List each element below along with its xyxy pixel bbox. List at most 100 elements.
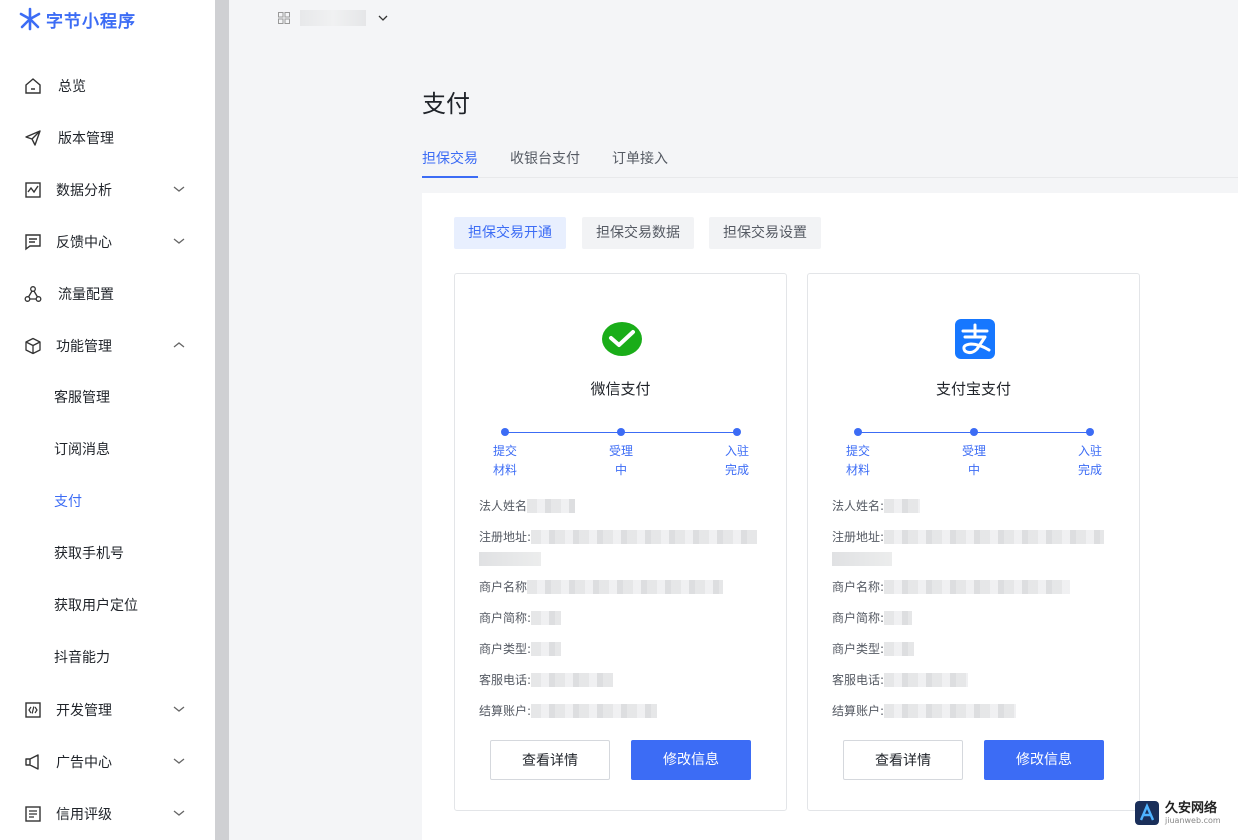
sidebar-subitem-phone[interactable]: 获取手机号 <box>54 542 124 566</box>
sidebar-subitem-customer-service[interactable]: 客服管理 <box>54 386 110 410</box>
redacted-value <box>531 611 562 625</box>
card-title: 微信支付 <box>590 380 651 398</box>
edit-info-button[interactable]: 修改信息 <box>984 740 1104 780</box>
sidebar-item-overview[interactable]: 总览 <box>0 68 215 104</box>
sidebar-item-version[interactable]: 版本管理 <box>0 120 215 156</box>
sidebar-subitem-subscription[interactable]: 订阅消息 <box>54 438 110 462</box>
sidebar-item-label: 反馈中心 <box>56 235 112 251</box>
home-icon <box>25 78 41 94</box>
info-row-account: 结算账户: <box>832 701 1017 721</box>
redacted-value <box>884 611 913 625</box>
sidebar-item-label: 功能管理 <box>56 339 112 355</box>
redacted-value <box>531 530 758 544</box>
progress-steps: 提交 材料 受理中 入驻 完成 <box>455 424 786 484</box>
info-row-account: 结算账户: <box>479 701 658 721</box>
chevron-up-icon <box>173 342 185 348</box>
info-row-legal-name: 法人姓名: <box>832 496 921 516</box>
logo-mark-icon <box>19 7 41 31</box>
redacted-value <box>531 673 614 687</box>
chevron-down-icon <box>173 810 185 816</box>
sidebar-scrollbar[interactable] <box>215 0 229 840</box>
redacted-value <box>884 704 1017 718</box>
redacted-value <box>527 499 576 513</box>
pill-data[interactable]: 担保交易数据 <box>582 217 694 249</box>
send-icon <box>25 130 41 146</box>
sidebar-item-label: 开发管理 <box>56 703 112 719</box>
info-row-phone: 客服电话: <box>479 670 614 690</box>
cube-icon <box>25 337 41 355</box>
sidebar-subitem-payment[interactable]: 支付 <box>54 490 82 514</box>
watermark: 久安网络 jiuanweb.com <box>1134 800 1221 826</box>
step-label: 提交 材料 <box>492 444 517 477</box>
step-label: 提交 材料 <box>845 444 870 477</box>
tab-guarantee-trade[interactable]: 担保交易 <box>422 148 478 178</box>
logo-text: 字节小程序 <box>46 11 136 32</box>
tab-bar: 担保交易 收银台支付 订单接入 <box>422 146 1238 178</box>
sidebar-item-label: 数据分析 <box>56 183 112 199</box>
view-details-button[interactable]: 查看详情 <box>490 740 610 780</box>
info-row-merchant-name: 商户名称 <box>479 577 724 597</box>
sidebar-item-credit[interactable]: 信用评级 <box>0 796 215 832</box>
alipay-icon <box>955 319 995 359</box>
redacted-value <box>832 552 892 566</box>
info-row-legal-name: 法人姓名 <box>479 496 576 516</box>
step-dot <box>970 428 978 436</box>
sidebar-item-feedback[interactable]: 反馈中心 <box>0 224 215 260</box>
chevron-down-icon <box>173 238 185 244</box>
content-panel: 担保交易开通 担保交易数据 担保交易设置 微信支付 提交 材料 受理中 入驻 完成 … <box>422 193 1238 840</box>
info-row-address: 注册地址: <box>832 527 1105 547</box>
app-grid-icon <box>278 12 290 24</box>
chevron-down-icon <box>173 706 185 712</box>
tab-order-access[interactable]: 订单接入 <box>612 148 668 178</box>
sidebar-item-label: 信用评级 <box>56 807 112 823</box>
chevron-down-icon <box>173 758 185 764</box>
redacted-value <box>884 530 1105 544</box>
sidebar-subitem-location[interactable]: 获取用户定位 <box>54 594 138 618</box>
watermark-logo-icon <box>1135 801 1159 825</box>
step-dot <box>733 428 741 436</box>
sidebar-item-features[interactable]: 功能管理 <box>0 328 215 364</box>
redacted-value <box>884 642 915 656</box>
sidebar-item-development[interactable]: 开发管理 <box>0 692 215 728</box>
chart-icon <box>25 182 41 198</box>
info-row-merchant-type: 商户类型: <box>479 639 562 659</box>
app-switcher[interactable] <box>278 10 388 26</box>
edit-info-button[interactable]: 修改信息 <box>631 740 751 780</box>
step-dot <box>1086 428 1094 436</box>
megaphone-icon <box>25 754 39 770</box>
sidebar-subitem-douyin[interactable]: 抖音能力 <box>54 646 110 670</box>
logo[interactable]: 字节小程序 <box>18 6 136 32</box>
sidebar-item-analytics[interactable]: 数据分析 <box>0 172 215 208</box>
redacted-value <box>884 580 1071 594</box>
watermark-url: jiuanweb.com <box>1165 815 1221 825</box>
sidebar-item-label: 版本管理 <box>58 131 114 147</box>
payment-card-alipay: 支付宝支付 提交 材料 受理中 入驻 完成 法人姓名: 注册地址: 商户名称: 商户… <box>807 273 1140 811</box>
watermark-title: 久安网络 <box>1165 800 1218 816</box>
progress-steps: 提交 材料 受理中 入驻 完成 <box>808 424 1139 484</box>
step-label: 入驻 完成 <box>1077 444 1102 477</box>
pill-activate[interactable]: 担保交易开通 <box>454 217 566 249</box>
card-title: 支付宝支付 <box>935 380 1011 398</box>
info-row-phone: 客服电话: <box>832 670 969 690</box>
info-row-merchant-type: 商户类型: <box>832 639 915 659</box>
redacted-value <box>479 552 541 566</box>
pill-settings[interactable]: 担保交易设置 <box>709 217 821 249</box>
redacted-value <box>884 673 969 687</box>
sidebar-item-ads[interactable]: 广告中心 <box>0 744 215 780</box>
info-row-merchant-name: 商户名称: <box>832 577 1071 597</box>
step-dot <box>501 428 509 436</box>
view-details-button[interactable]: 查看详情 <box>843 740 963 780</box>
page-title: 支付 <box>422 90 470 118</box>
step-label: 入驻 完成 <box>724 444 749 477</box>
tab-cashier-payment[interactable]: 收银台支付 <box>510 148 580 178</box>
step-label: 受理中 <box>961 444 986 477</box>
redacted-value <box>527 580 724 594</box>
payment-card-wechat: 微信支付 提交 材料 受理中 入驻 完成 法人姓名 注册地址: 商户名称 商户简称:… <box>454 273 787 811</box>
step-label: 受理中 <box>608 444 633 477</box>
sidebar-item-traffic[interactable]: 流量配置 <box>0 276 215 312</box>
code-icon <box>25 702 41 718</box>
redacted-value <box>531 704 658 718</box>
wechat-pay-icon <box>602 322 642 356</box>
share-icon <box>24 286 42 302</box>
sidebar-item-label: 广告中心 <box>56 755 112 771</box>
